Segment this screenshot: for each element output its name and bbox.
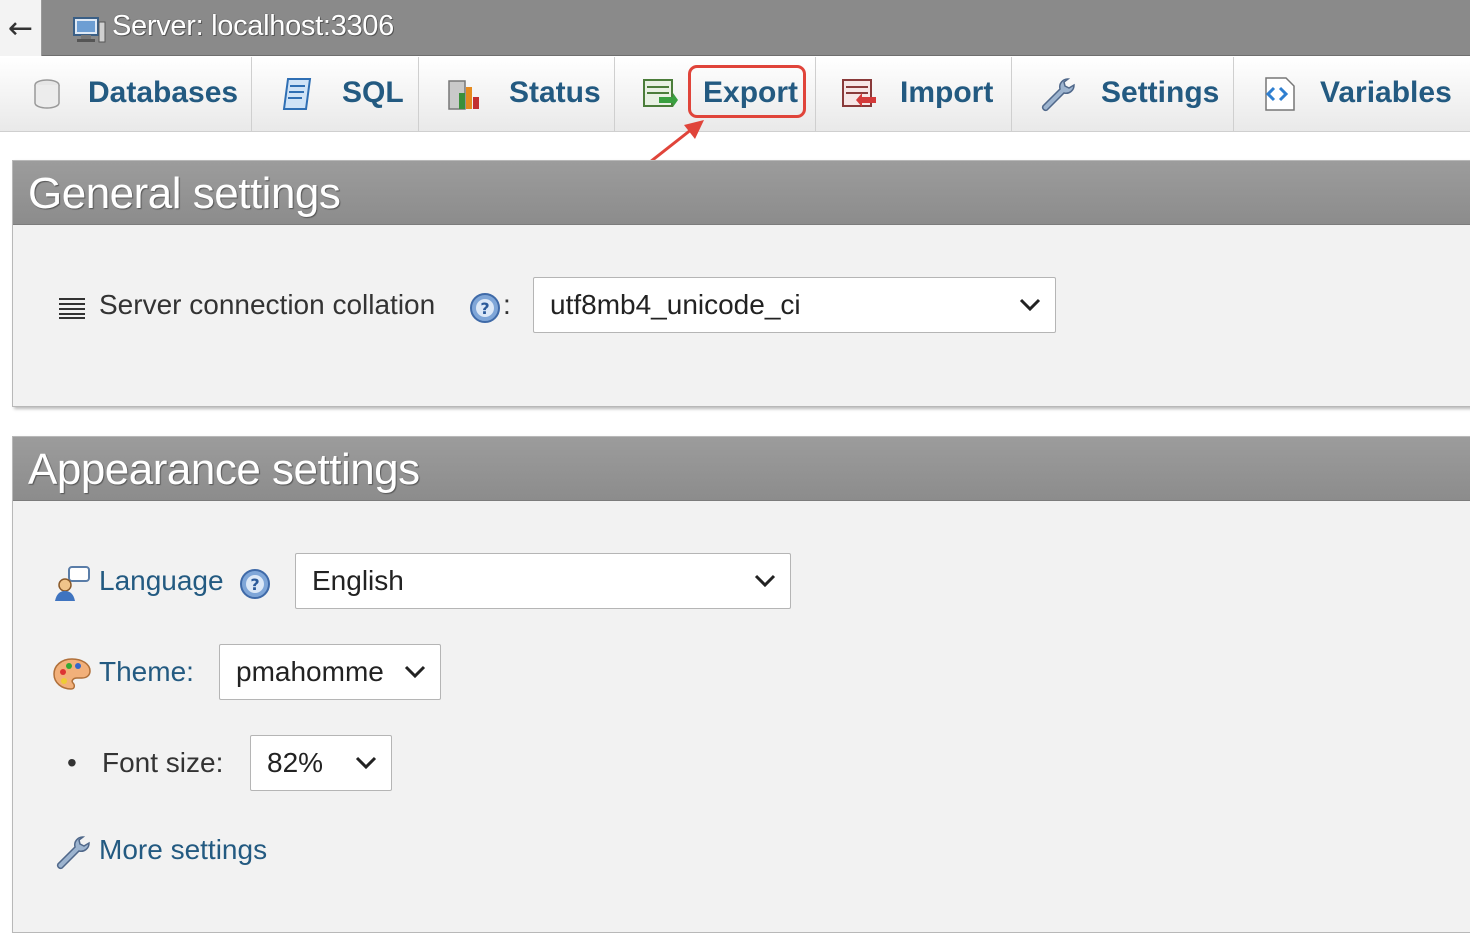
colon-separator: : [503,289,511,320]
tab-settings[interactable]: Settings [1012,57,1234,131]
theme-label[interactable]: Theme: [99,656,194,688]
status-icon [448,80,479,110]
panel-header: General settings [13,161,1470,225]
appearance-settings-panel: Appearance settings Language ? English T… [12,436,1470,933]
tab-label: Settings [1101,76,1220,109]
language-label[interactable]: Language [99,565,224,597]
fontsize-value: 82% [267,747,324,778]
fontsize-select[interactable]: 82% [250,735,392,791]
panel-title: Appearance settings [28,445,420,494]
fontsize-label: Font size: [102,747,224,778]
svg-text:?: ? [480,299,489,318]
chevron-down-icon [355,756,377,770]
tab-status[interactable]: Status [419,57,615,131]
server-icon [73,17,106,43]
help-icon[interactable]: ? [469,292,501,324]
database-icon [34,79,60,109]
help-icon[interactable]: ? [239,568,271,600]
sql-icon [282,78,312,110]
back-button[interactable]: ← [0,0,42,56]
chevron-down-icon [754,574,776,588]
import-icon [842,79,876,107]
language-select[interactable]: English [295,553,791,609]
list-icon [59,298,85,319]
tab-databases[interactable]: Databases [0,57,252,131]
tab-label: Export [703,76,799,109]
bullet: • [67,747,77,778]
wrench-icon [56,836,90,870]
collation-label: Server connection collation [99,289,436,320]
language-icon [55,566,90,601]
tab-sql[interactable]: SQL [252,57,419,131]
tab-label: Status [509,76,601,109]
main-tabs: Databases SQL Status Export Import Setti… [0,57,1470,132]
general-settings-panel: General settings Server connection colla… [12,160,1470,407]
tab-variables[interactable]: Variables [1234,57,1470,131]
collation-value: utf8mb4_unicode_ci [550,289,801,320]
theme-select[interactable]: pmahomme [219,644,441,700]
variables-icon [1265,77,1295,111]
svg-text:?: ? [250,575,259,594]
server-label[interactable]: Server: localhost:3306 [112,10,394,43]
theme-value: pmahomme [236,656,384,687]
tab-label: Import [900,76,994,109]
chevron-down-icon [1019,298,1041,312]
export-icon [643,79,678,107]
wrench-icon [1041,78,1075,112]
tab-label: Variables [1320,76,1452,109]
tab-import[interactable]: Import [816,57,1012,131]
chevron-down-icon [404,665,426,679]
tab-label: Databases [88,76,239,109]
panel-title: General settings [28,169,341,218]
palette-icon [53,658,91,690]
tab-label: SQL [342,76,404,109]
language-value: English [312,565,404,596]
panel-header: Appearance settings [13,437,1470,501]
collation-select[interactable]: utf8mb4_unicode_ci [533,277,1056,333]
server-breadcrumb-bar: ← Server: localhost:3306 [0,0,1470,56]
tab-export[interactable]: Export [615,57,816,131]
more-settings-link[interactable]: More settings [99,834,267,866]
